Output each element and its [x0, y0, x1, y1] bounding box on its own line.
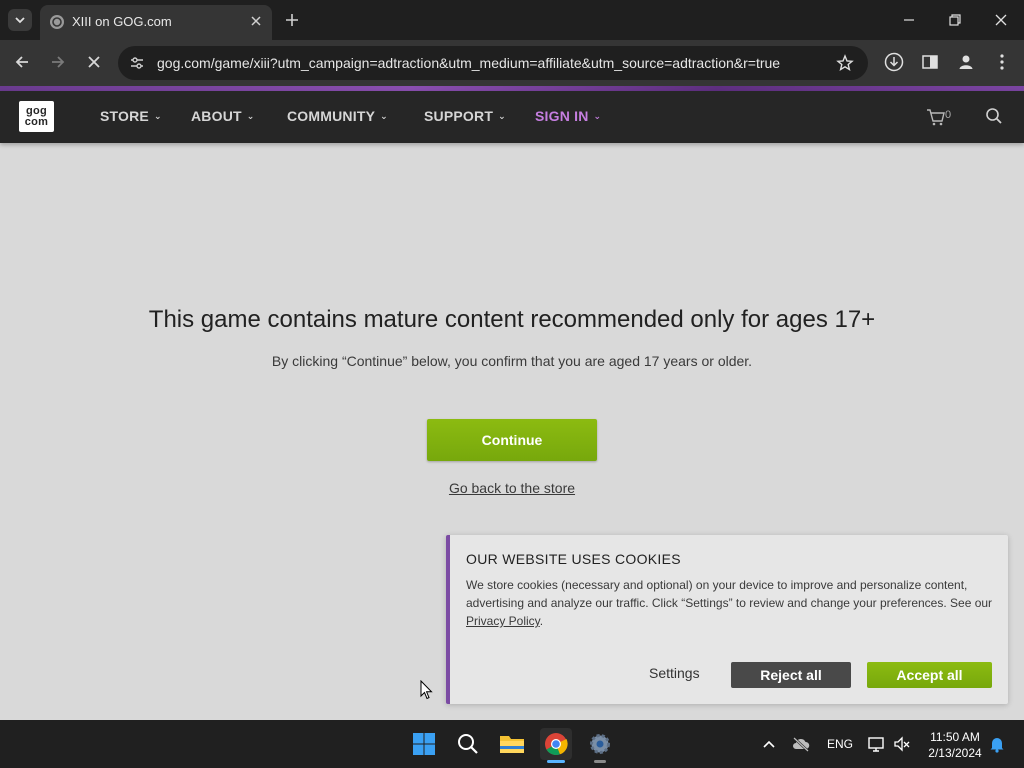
close-window-icon[interactable]	[992, 11, 1010, 29]
gear-icon	[590, 734, 610, 754]
chevron-down-icon: ⌄	[593, 111, 602, 121]
url-text[interactable]: gog.com/game/xiii?utm_campaign=adtractio…	[157, 55, 780, 71]
nav-community[interactable]: COMMUNITY ⌄	[287, 108, 388, 124]
restore-icon[interactable]	[946, 11, 964, 29]
back-to-store-link-row: Go back to the store	[0, 480, 1024, 496]
network-icon[interactable]	[867, 734, 887, 754]
new-tab-icon[interactable]	[283, 11, 301, 29]
nav-sign-in[interactable]: SIGN IN ⌄	[535, 108, 601, 124]
bookmark-star-icon[interactable]	[836, 54, 854, 72]
nav-support[interactable]: SUPPORT ⌄	[424, 108, 506, 124]
start-button[interactable]	[408, 728, 440, 760]
browser-tab[interactable]: XIII on GOG.com	[40, 5, 272, 40]
nav-store[interactable]: STORE ⌄	[100, 108, 162, 124]
chrome-taskbar-button[interactable]	[540, 728, 572, 763]
back-arrow-icon[interactable]	[12, 52, 32, 72]
running-app-indicator	[594, 760, 606, 763]
cookie-banner: OUR WEBSITE USES COOKIES We store cookie…	[446, 535, 1008, 704]
chevron-down-icon: ⌄	[498, 111, 506, 121]
language-indicator[interactable]: ENG	[827, 737, 853, 751]
notification-bell-icon[interactable]	[987, 734, 1007, 754]
clock-time: 11:50 AM	[930, 730, 980, 744]
chevron-down-icon: ⌄	[246, 111, 255, 121]
cart-count: 0	[945, 109, 952, 121]
cloud-offline-icon[interactable]	[791, 734, 811, 754]
gog-logo[interactable]: gog com	[19, 101, 54, 132]
settings-taskbar-button[interactable]	[584, 728, 616, 763]
search-icon[interactable]	[985, 107, 1003, 125]
volume-muted-icon[interactable]	[892, 734, 912, 754]
site-settings-icon[interactable]	[128, 54, 146, 72]
age-gate-title: This game contains mature content recomm…	[148, 306, 876, 333]
tab-search-button[interactable]	[8, 9, 32, 31]
logo-text-top: gog	[25, 104, 48, 117]
system-clock[interactable]: 11:50 AM 2/13/2024	[922, 729, 988, 761]
menu-dots-icon[interactable]	[992, 52, 1012, 72]
file-explorer-button[interactable]	[496, 728, 528, 760]
chrome-icon	[545, 733, 568, 756]
minimize-icon[interactable]	[900, 11, 918, 29]
cookie-title: OUR WEBSITE USES COOKIES	[466, 551, 681, 567]
tab-title: XIII on GOG.com	[72, 14, 172, 29]
search-icon	[458, 734, 478, 754]
browser-tab-strip: XIII on GOG.com	[0, 0, 1024, 40]
side-panel-icon[interactable]	[920, 52, 940, 72]
logo-text-bottom: com	[24, 115, 49, 128]
nav-about[interactable]: ABOUT ⌄	[191, 108, 255, 124]
windows-taskbar: ENG 11:50 AM 2/13/2024	[0, 720, 1024, 768]
cookie-text: We store cookies (necessary and optional…	[466, 578, 993, 628]
taskbar-search-button[interactable]	[452, 728, 484, 760]
chevron-down-icon: ⌄	[153, 111, 162, 121]
stop-loading-icon[interactable]	[84, 52, 104, 72]
download-icon[interactable]	[884, 52, 904, 72]
chevron-up-icon[interactable]	[759, 734, 779, 754]
reject-all-button[interactable]: Reject all	[731, 662, 851, 688]
chevron-down-icon	[15, 17, 25, 24]
chevron-down-icon: ⌄	[380, 111, 388, 121]
windows-logo-icon	[413, 733, 435, 755]
gog-header: gog com STORE ⌄ ABOUT ⌄ COMMUNITY ⌄ SUPPORT…	[0, 91, 1024, 143]
mouse-cursor-icon	[420, 680, 433, 700]
cookie-settings-button[interactable]: Settings	[649, 665, 700, 681]
age-gate-text: By clicking “Continue” below, you confir…	[271, 353, 753, 369]
accept-all-button[interactable]: Accept all	[867, 662, 992, 688]
address-bar[interactable]: gog.com/game/xiii?utm_campaign=adtractio…	[118, 46, 868, 80]
close-tab-icon[interactable]	[248, 13, 264, 29]
privacy-policy-link[interactable]: Privacy Policy	[466, 614, 540, 628]
gog-favicon-icon	[50, 15, 64, 29]
back-to-store-link[interactable]: Go back to the store	[449, 480, 575, 496]
continue-button[interactable]: Continue	[427, 419, 597, 461]
profile-icon[interactable]	[956, 52, 976, 72]
browser-toolbar: gog.com/game/xiii?utm_campaign=adtractio…	[0, 40, 1024, 86]
folder-icon	[500, 736, 524, 753]
clock-date: 2/13/2024	[928, 746, 982, 760]
forward-arrow-icon[interactable]	[48, 52, 68, 72]
active-app-indicator	[547, 760, 565, 763]
